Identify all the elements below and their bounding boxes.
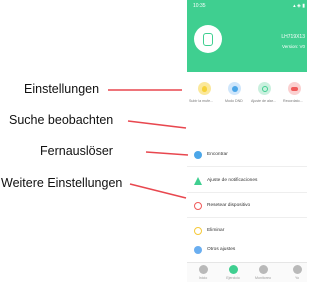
alarm-icon[interactable] [258, 82, 271, 95]
quick-action-label: Ajuste de alar... [251, 99, 276, 103]
menu-item-label: Otros ajustes [207, 247, 236, 252]
arrow-weitere [129, 183, 187, 199]
tab-home[interactable]: Inicio [193, 265, 213, 280]
menu-item-label: Encontrar [207, 152, 228, 157]
callout-einstellungen: Einstellungen [24, 82, 100, 96]
quick-action-label: Subir la mufe... [189, 99, 214, 103]
exercise-icon [228, 265, 238, 274]
menu-item-label: Resetear dispositivo [207, 203, 251, 208]
more-icon [194, 246, 202, 254]
status-time: 10:35 [193, 3, 206, 9]
arrow-suche [127, 120, 187, 129]
status-bar: 10:35 ▴ ◈ ▮ [187, 0, 307, 12]
profile-icon [292, 265, 302, 274]
car-icon[interactable] [288, 82, 301, 95]
status-icons: ▴ ◈ ▮ [293, 3, 305, 9]
device-version: Version: V0 [281, 44, 305, 49]
bulb-icon[interactable] [198, 82, 211, 95]
tab-label: Yo [294, 276, 300, 280]
monitor-icon [258, 265, 268, 274]
menu-item-other-settings[interactable]: Otros ajustes [187, 237, 307, 262]
send-icon [194, 177, 202, 185]
watch-icon [194, 25, 222, 53]
moon-icon[interactable] [228, 82, 241, 95]
menu-item-label: Ajuste de notificaciones [207, 178, 258, 183]
callout-fernausloeser: Fernauslöser [40, 144, 113, 158]
tab-exercise[interactable]: Ejercicio [223, 265, 243, 280]
device-name: LH719X13 [281, 34, 305, 40]
tab-label: Inicio [198, 276, 208, 280]
callout-weitere-einstellungen: Weitere Einstellungen [1, 176, 123, 190]
quick-action-label: Recordato... [283, 99, 303, 103]
tab-label: Ejercicio [226, 276, 240, 280]
home-icon [198, 265, 208, 274]
menu-item-find[interactable]: Encontrar [187, 142, 307, 167]
menu-item-notifications[interactable]: Ajuste de notificaciones [187, 168, 307, 193]
link-icon [194, 227, 202, 235]
arrow-fernausloeser [145, 151, 189, 156]
bottom-tab-bar: Inicio Ejercicio Monitoreo Yo [187, 262, 307, 282]
quick-action-label: Modo DND [225, 99, 243, 103]
tab-me[interactable]: Yo [287, 265, 307, 280]
search-icon [194, 151, 202, 159]
reset-icon [194, 202, 202, 210]
menu-item-reset[interactable]: Resetear dispositivo [187, 193, 307, 218]
quick-actions: Subir la mufe... Modo DND Ajuste de alar… [187, 72, 307, 110]
tab-monitoring[interactable]: Monitoreo [253, 265, 273, 280]
menu-item-label: Eliminar [207, 228, 225, 233]
callout-suche-beobachten: Suche beobachten [9, 113, 114, 127]
tab-label: Monitoreo [255, 276, 271, 280]
phone-screen: 10:35 ▴ ◈ ▮ LH719X13 Version: V0 Subir l… [187, 0, 307, 282]
device-header: LH719X13 Version: V0 [187, 12, 307, 72]
